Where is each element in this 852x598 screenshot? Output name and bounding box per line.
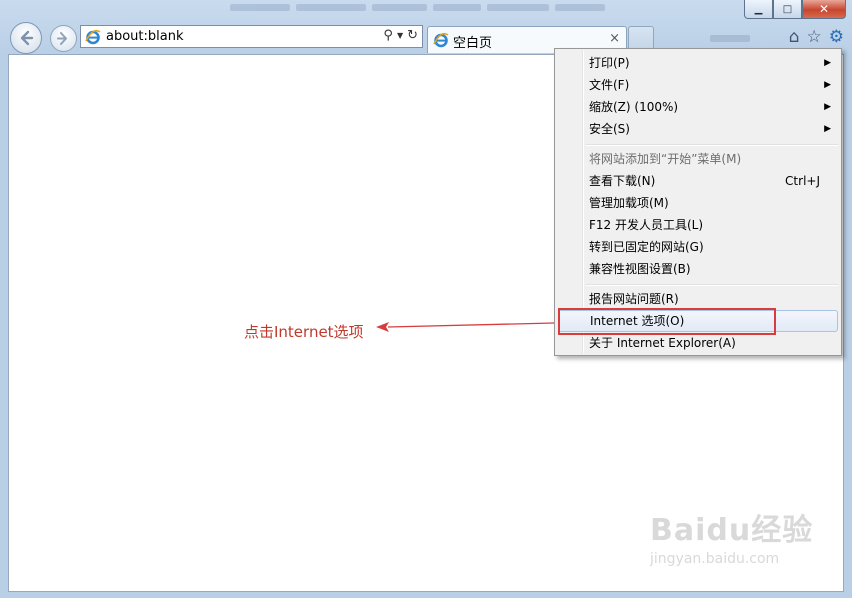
submenu-arrow-icon: ▶: [824, 58, 831, 68]
menu-separator: [586, 144, 838, 146]
submenu-arrow-icon: ▶: [824, 124, 831, 134]
home-icon[interactable]: ⌂: [789, 28, 800, 46]
submenu-arrow-icon: ▶: [824, 80, 831, 90]
back-arrow-icon: [20, 30, 34, 46]
menu-item-safety[interactable]: 安全(S) ▶: [558, 118, 838, 140]
search-icon[interactable]: ⚲: [383, 28, 393, 43]
address-bar[interactable]: about:blank ⚲ ▼ ↻: [80, 25, 423, 48]
menu-item-f12-devtools[interactable]: F12 开发人员工具(L): [558, 214, 838, 236]
ie-logo-icon: [433, 32, 449, 48]
close-button[interactable]: ✕: [802, 0, 846, 19]
menu-item-add-to-start: 将网站添加到“开始”菜单(M): [589, 152, 742, 166]
address-url[interactable]: about:blank: [106, 29, 184, 44]
menu-item-about-ie[interactable]: 关于 Internet Explorer(A): [558, 332, 838, 354]
user-label: [710, 35, 750, 42]
menu-item-report-problem[interactable]: 报告网站问题(R): [558, 288, 838, 310]
menu-item-view-downloads[interactable]: 查看下载(N) Ctrl+J: [558, 170, 838, 192]
annotation-arrow-icon: [376, 322, 555, 332]
menu-separator: [586, 284, 838, 286]
forward-button[interactable]: [50, 25, 77, 52]
baidu-jingyan-watermark: Baidu经验 jingyan.baidu.com: [650, 513, 814, 567]
tools-gear-icon[interactable]: ⚙: [829, 28, 844, 46]
menu-item-pinned-sites[interactable]: 转到已固定的网站(G): [558, 236, 838, 258]
refresh-icon[interactable]: ↻: [407, 28, 418, 43]
ie-logo-icon: [85, 29, 101, 45]
maximize-button[interactable]: □: [773, 0, 802, 19]
menu-item-compat-view[interactable]: 兼容性视图设置(B): [558, 258, 838, 280]
menu-item-manage-addons[interactable]: 管理加载项(M): [558, 192, 838, 214]
back-button[interactable]: [10, 22, 42, 54]
annotation-text: 点击Internet选项: [244, 323, 364, 341]
command-icons: ⌂ ☆ ⚙: [789, 28, 844, 46]
submenu-arrow-icon: ▶: [824, 102, 831, 112]
menu-item-file[interactable]: 文件(F) ▶: [558, 74, 838, 96]
minimize-button[interactable]: ▁: [744, 0, 773, 19]
dropdown-arrow-icon[interactable]: ▼: [397, 31, 403, 40]
shortcut-label: Ctrl+J: [785, 174, 820, 188]
tab-close-icon[interactable]: ×: [609, 31, 620, 46]
annotation-highlight-box: [558, 308, 776, 335]
favorites-star-icon[interactable]: ☆: [807, 28, 822, 46]
menu-item-zoom[interactable]: 缩放(Z) (100%) ▶: [558, 96, 838, 118]
window-controls: ▁ □ ✕: [744, 0, 846, 20]
menu-item-print[interactable]: 打印(P) ▶: [558, 52, 838, 74]
forward-arrow-icon: [57, 32, 67, 45]
tab-title: 空白页: [453, 36, 493, 51]
favorites-bar: [230, 0, 750, 12]
